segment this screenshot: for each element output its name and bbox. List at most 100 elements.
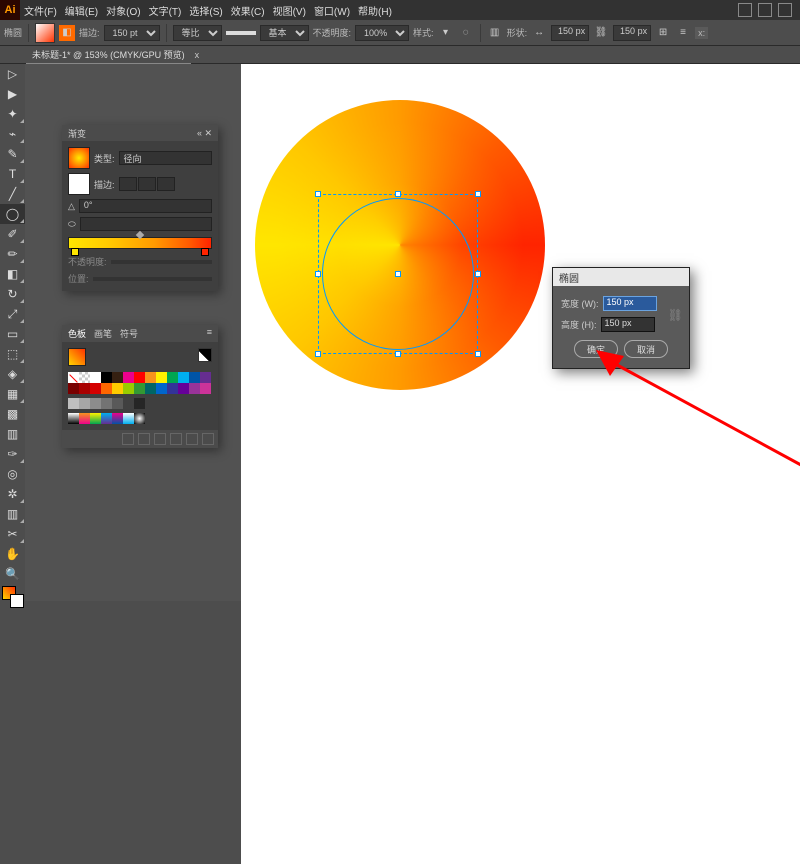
w-link-icon[interactable]: ↔: [531, 25, 547, 41]
perspective-tool[interactable]: ▦: [0, 384, 25, 404]
panel-menu-icon[interactable]: ≡: [207, 327, 212, 340]
eraser-tool[interactable]: ◧: [0, 264, 25, 284]
tab-close-icon[interactable]: x: [195, 50, 200, 60]
gradient-panel[interactable]: 渐变 « ✕ 类型: 径向 描边: △ 0° ⬭ 不透明度: 位置:: [62, 125, 218, 291]
selection-tool[interactable]: ▷: [0, 64, 25, 84]
gradient-slider[interactable]: [68, 237, 212, 249]
menu-select[interactable]: 选择(S): [185, 3, 226, 18]
zoom-tool[interactable]: 🔍: [0, 564, 25, 584]
width-field[interactable]: 150 px: [551, 25, 589, 41]
swatch-options-icon[interactable]: [154, 433, 166, 445]
symbol-sprayer-tool[interactable]: ✲: [0, 484, 25, 504]
menu-window[interactable]: 窗口(W): [310, 3, 354, 18]
stroke-weight[interactable]: 150 pt: [104, 25, 160, 41]
handle-bl[interactable]: [315, 351, 321, 357]
swatches-panel[interactable]: 色板 画笔 符号 ≡: [62, 325, 218, 448]
cancel-button[interactable]: 取消: [624, 340, 668, 358]
tab-swatches[interactable]: 色板: [68, 327, 86, 340]
menu-type[interactable]: 文字(T): [145, 3, 186, 18]
shape-builder-tool[interactable]: ◈: [0, 364, 25, 384]
ellipse-dialog[interactable]: 椭圆 宽度 (W): 150 px 高度 (H): 150 px ⛓ 确定 取消: [552, 267, 690, 369]
menu-help[interactable]: 帮助(H): [354, 3, 396, 18]
handle-bm[interactable]: [395, 351, 401, 357]
fill-indicator[interactable]: [68, 348, 86, 366]
gradient-type-select[interactable]: 径向: [119, 151, 212, 165]
opacity-select[interactable]: 100%: [355, 25, 409, 41]
direct-selection-tool[interactable]: ▶: [0, 84, 25, 104]
constrain-link-icon[interactable]: ⛓: [668, 308, 683, 322]
width-tool[interactable]: ▭: [0, 324, 25, 344]
fill-swatch[interactable]: [35, 23, 55, 43]
link-wh-icon[interactable]: ⛓: [593, 25, 609, 41]
menu-edit[interactable]: 编辑(E): [61, 3, 102, 18]
tab-symbols[interactable]: 符号: [120, 327, 138, 340]
aspect-field[interactable]: [80, 217, 212, 231]
paintbrush-tool[interactable]: ✐: [0, 224, 25, 244]
pencil-tool[interactable]: ✏: [0, 244, 25, 264]
ok-button[interactable]: 确定: [574, 340, 618, 358]
handle-br[interactable]: [475, 351, 481, 357]
new-swatch-icon[interactable]: [186, 433, 198, 445]
menu-file[interactable]: 文件(F): [20, 3, 61, 18]
blend-tool[interactable]: ◎: [0, 464, 25, 484]
new-group-icon[interactable]: [170, 433, 182, 445]
rotate-tool[interactable]: ↻: [0, 284, 25, 304]
arrange-icon[interactable]: [778, 3, 792, 17]
document-tab[interactable]: 未标题-1* @ 153% (CMYK/GPU 预览): [26, 46, 191, 64]
menu-object[interactable]: 对象(O): [102, 3, 144, 18]
panel-close-icon[interactable]: « ✕: [197, 128, 212, 139]
slice-tool[interactable]: ✂: [0, 524, 25, 544]
free-transform-tool[interactable]: ⬚: [0, 344, 25, 364]
eyedropper-tool[interactable]: ✑: [0, 444, 25, 464]
more-icon[interactable]: ≡: [675, 25, 691, 41]
menu-effect[interactable]: 效果(C): [227, 3, 269, 18]
handle-mr[interactable]: [475, 271, 481, 277]
selection-ellipse-path[interactable]: [322, 198, 474, 350]
line-tool[interactable]: ╱: [0, 184, 25, 204]
menubar: Ai 文件(F) 编辑(E) 对象(O) 文字(T) 选择(S) 效果(C) 视…: [0, 0, 800, 20]
swatch-libraries-icon[interactable]: [122, 433, 134, 445]
gradient-tool[interactable]: ▥: [0, 424, 25, 444]
align-icon[interactable]: ▥: [487, 25, 503, 41]
location-slider[interactable]: [93, 277, 212, 281]
scale-tool[interactable]: ⤢: [0, 304, 25, 324]
stroke-preview-box[interactable]: [68, 173, 90, 195]
angle-field[interactable]: 0°: [79, 199, 212, 213]
opacity-slider[interactable]: [111, 260, 212, 264]
view-list-icon[interactable]: [198, 348, 212, 362]
dialog-title[interactable]: 椭圆: [553, 268, 689, 286]
aspect-icon: ⬭: [68, 219, 76, 230]
grid-icon[interactable]: [738, 3, 752, 17]
column-graph-tool[interactable]: ▥: [0, 504, 25, 524]
perspective-icon[interactable]: [758, 3, 772, 17]
mesh-tool[interactable]: ▩: [0, 404, 25, 424]
height-field[interactable]: 150 px: [613, 25, 651, 41]
show-kind-icon[interactable]: [138, 433, 150, 445]
style-select[interactable]: ▾: [438, 25, 454, 41]
handle-ml[interactable]: [315, 271, 321, 277]
type-tool[interactable]: T: [0, 164, 25, 184]
profile-select[interactable]: 基本: [260, 25, 309, 41]
fill-stroke-indicator[interactable]: [2, 586, 24, 608]
tab-brushes[interactable]: 画笔: [94, 327, 112, 340]
handle-tl[interactable]: [315, 191, 321, 197]
magic-wand-tool[interactable]: ✦: [0, 104, 25, 124]
swatch-grid[interactable]: [68, 372, 212, 424]
handle-tm[interactable]: [395, 191, 401, 197]
gradient-preview[interactable]: [68, 147, 90, 169]
delete-swatch-icon[interactable]: [202, 433, 214, 445]
ellipse-tool[interactable]: ◯: [0, 204, 25, 224]
fill-mode-icon[interactable]: ◧: [59, 25, 75, 41]
handle-tr[interactable]: [475, 191, 481, 197]
pen-tool[interactable]: ✎: [0, 144, 25, 164]
opacity-slider-label: 不透明度:: [68, 255, 107, 268]
transform-icon[interactable]: ⊞: [655, 25, 671, 41]
menu-view[interactable]: 视图(V): [269, 3, 310, 18]
width-input[interactable]: 150 px: [603, 296, 657, 311]
uniform-select[interactable]: 等比: [173, 25, 222, 41]
recolor-icon[interactable]: ◌: [458, 25, 474, 41]
height-input[interactable]: 150 px: [601, 317, 655, 332]
lasso-tool[interactable]: ⌁: [0, 124, 25, 144]
stroke-gradient-buttons[interactable]: [119, 177, 175, 191]
hand-tool[interactable]: ✋: [0, 544, 25, 564]
